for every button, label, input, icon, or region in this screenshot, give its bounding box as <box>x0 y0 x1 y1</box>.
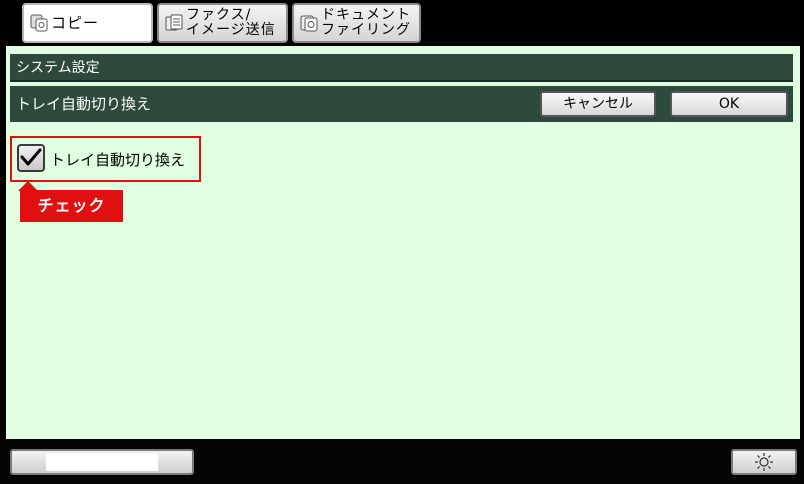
copy-icon <box>30 14 48 32</box>
brightness-button[interactable] <box>731 449 797 475</box>
setting-header: トレイ自動切り換え キャンセル OK <box>10 86 793 122</box>
tab-copy-label: コピー <box>51 13 100 32</box>
document-filing-icon <box>300 15 318 32</box>
job-status-button[interactable] <box>10 449 194 475</box>
sun-icon <box>755 453 773 471</box>
checkbox-label: トレイ自動切り換え <box>50 151 186 169</box>
mode-tab-bar: コピー ファクス/ イメージ送信 ドキュメント ファイリング <box>0 0 804 46</box>
annotation-callout: チェック <box>20 190 123 222</box>
highlight-box: トレイ自動切り換え <box>10 136 201 182</box>
bottom-bar <box>0 439 804 484</box>
ok-button[interactable]: OK <box>670 91 788 117</box>
cancel-button[interactable]: キャンセル <box>540 91 656 117</box>
main-panel: システム設定 トレイ自動切り換え キャンセル OK トレイ自動切り換え チェック <box>6 46 800 439</box>
setting-title: トレイ自動切り換え <box>16 95 152 113</box>
right-edge <box>800 46 804 439</box>
fax-icon <box>165 14 183 31</box>
tab-fax-image-send-label: ファクス/ イメージ送信 <box>186 7 276 38</box>
page-title: システム設定 <box>10 54 793 82</box>
tab-document-filing[interactable]: ドキュメント ファイリング <box>292 3 421 43</box>
tab-copy[interactable]: コピー <box>22 3 153 43</box>
tray-auto-switch-checkbox[interactable] <box>17 144 45 172</box>
job-status-display <box>46 453 158 471</box>
tab-document-filing-label: ドキュメント ファイリング <box>321 7 411 38</box>
checkmark-icon <box>20 148 42 166</box>
tab-fax-image-send[interactable]: ファクス/ イメージ送信 <box>157 3 288 43</box>
